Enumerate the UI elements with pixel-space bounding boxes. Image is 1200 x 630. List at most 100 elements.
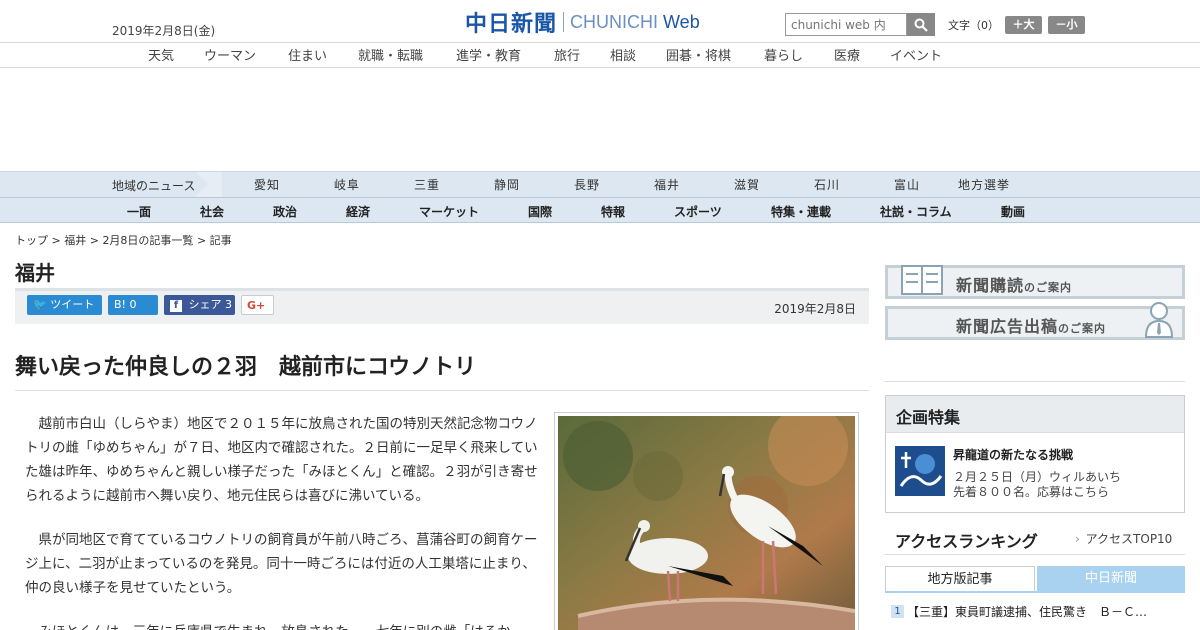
- section-editorial[interactable]: 社説・コラム: [880, 203, 952, 220]
- search-input[interactable]: [785, 13, 907, 36]
- gnav-travel[interactable]: 旅行: [554, 45, 580, 64]
- search-icon: [914, 18, 928, 32]
- section-video[interactable]: 動画: [1001, 203, 1025, 220]
- tab-chunichi[interactable]: 中日新聞: [1037, 566, 1185, 591]
- facebook-share-button[interactable]: f シェア 3: [164, 295, 235, 315]
- breadcrumb-sep: >: [51, 234, 61, 247]
- section-politics[interactable]: 政治: [273, 203, 297, 220]
- special-feature-desc-line: ２月２５日（月）ウィルあいち: [953, 470, 1122, 484]
- sidebar-divider: [885, 381, 1185, 382]
- ranking-item-text: 【三重】東員町議逮捕、住民驚き Ｂ－Ｃ…: [907, 605, 1148, 619]
- tweet-label: ツイート: [50, 298, 95, 311]
- person-icon: [1144, 302, 1174, 338]
- access-top10-label: アクセスTOP10: [1085, 532, 1173, 546]
- ranking-tab-underline: [885, 591, 1185, 593]
- twitter-icon: 🐦: [33, 298, 47, 311]
- region-fukui[interactable]: 福井: [654, 176, 680, 193]
- special-feature-desc-line: 先着８００名。応募はこちら: [953, 485, 1110, 499]
- breadcrumb-top[interactable]: トップ: [15, 234, 48, 247]
- section-market[interactable]: マーケット: [419, 203, 479, 220]
- article-date: 2019年2月8日: [774, 302, 856, 316]
- header-date: 2019年2月8日(金): [112, 24, 216, 38]
- access-ranking-heading: アクセスランキング: [895, 532, 1038, 551]
- region-shizuoka[interactable]: 静岡: [494, 176, 520, 193]
- region-local-elections[interactable]: 地方選挙: [958, 176, 1010, 193]
- section-sports[interactable]: スポーツ: [674, 203, 722, 220]
- region-ishikawa[interactable]: 石川: [814, 176, 840, 193]
- font-size-control: 文字（0） ＋大 －小: [948, 16, 1085, 34]
- breadcrumb: トップ > 福井 > 2月8日の記事一覧 > 記事: [15, 232, 232, 248]
- region-aichi[interactable]: 愛知: [254, 176, 280, 193]
- font-larger-button[interactable]: ＋大: [1005, 16, 1042, 34]
- region-nav-arrow: [196, 172, 222, 197]
- stork-photo[interactable]: [558, 416, 855, 630]
- advertising-banner-main: 新聞広告出稿: [956, 317, 1059, 336]
- ranking-divider: [885, 554, 1185, 555]
- subscription-banner-label: 新聞購読のご案内: [956, 272, 1072, 296]
- section-nav: 一面 社会 政治 経済 マーケット 国際 特報 スポーツ 特集・連載 社説・コラ…: [0, 197, 1200, 223]
- gnav-events[interactable]: イベント: [890, 45, 942, 64]
- section-front[interactable]: 一面: [127, 203, 151, 220]
- subscription-banner-main: 新聞購読: [956, 276, 1025, 295]
- breadcrumb-list[interactable]: 2月8日の記事一覧: [102, 234, 193, 247]
- breadcrumb-current: 記事: [209, 234, 232, 247]
- region-shiga[interactable]: 滋賀: [734, 176, 760, 193]
- special-feature-box: 企画特集 昇龍道の新たなる挑戦 ２月２５日（月）ウィルあいち 先着８００名。応募…: [885, 395, 1185, 513]
- gnav-medical[interactable]: 医療: [834, 45, 860, 64]
- facebook-share-label: シェア 3: [188, 298, 233, 311]
- headline-divider: [15, 390, 869, 391]
- special-feature-description: ２月２５日（月）ウィルあいち 先着８００名。応募はこちら: [953, 470, 1121, 500]
- gnav-weather[interactable]: 天気: [148, 45, 174, 64]
- region-nagano[interactable]: 長野: [574, 176, 600, 193]
- font-smaller-button[interactable]: －小: [1048, 16, 1085, 34]
- shoryudo-thumbnail[interactable]: [895, 446, 945, 496]
- ranking-item[interactable]: 1 【三重】東員町議逮捕、住民驚き Ｂ－Ｃ…: [891, 603, 1147, 620]
- section-features[interactable]: 特集・連載: [771, 203, 831, 220]
- global-nav: 天気 ウーマン 住まい 就職・転職 進学・教育 旅行 相談 囲碁・将棋 暮らし …: [0, 43, 1200, 68]
- site-logo[interactable]: 中日新聞 CHUNICHI Web: [465, 9, 700, 38]
- gnav-living[interactable]: 暮らし: [764, 45, 803, 64]
- subscription-banner-sub: のご案内: [1024, 281, 1073, 294]
- logo-japanese: 中日新聞: [465, 12, 558, 37]
- site-header: 2019年2月8日(金) 中日新聞 CHUNICHI Web 文字（0） ＋大 …: [0, 0, 1200, 43]
- section-economy[interactable]: 経済: [346, 203, 370, 220]
- gnav-woman[interactable]: ウーマン: [204, 45, 256, 64]
- search-button[interactable]: [907, 13, 935, 36]
- region-toyama[interactable]: 富山: [894, 176, 920, 193]
- gnav-go-shogi[interactable]: 囲碁・将棋: [666, 45, 731, 64]
- google-plus-button[interactable]: G+: [241, 295, 274, 315]
- region-mie[interactable]: 三重: [414, 176, 440, 193]
- gnav-housing[interactable]: 住まい: [288, 45, 327, 64]
- breadcrumb-sep: >: [196, 234, 207, 247]
- subscription-banner[interactable]: 新聞購読のご案内: [885, 265, 1185, 299]
- special-feature-title[interactable]: 昇龍道の新たなる挑戦: [953, 446, 1073, 463]
- chevron-right-icon: ›: [1075, 532, 1080, 546]
- special-feature-heading: 企画特集: [886, 396, 1184, 433]
- article-paragraph: 県が同地区で育てているコウノトリの飼育員が午前八時ごろ、菖蒲谷町の飼育ケージ上に…: [25, 532, 538, 596]
- article-paragraph: 越前市白山（しらやま）地区で２０１５年に放鳥された国の特別天然記念物コウノトリの…: [25, 416, 538, 504]
- newspaper-icon: [901, 265, 943, 295]
- access-top10-link[interactable]: › アクセスTOP10: [1075, 530, 1172, 547]
- facebook-icon: f: [170, 300, 182, 312]
- region-nav-label: 地域のニュース: [112, 179, 196, 193]
- section-special-report[interactable]: 特報: [601, 203, 625, 220]
- section-society[interactable]: 社会: [200, 203, 224, 220]
- breadcrumb-region[interactable]: 福井: [64, 234, 86, 247]
- hatena-bookmark-button[interactable]: B! 0: [108, 295, 158, 315]
- section-title: 福井: [15, 261, 55, 285]
- ranking-number: 1: [891, 605, 904, 618]
- advertising-banner[interactable]: 新聞広告出稿のご案内: [885, 302, 1185, 340]
- logo-english: CHUNICHI: [570, 11, 659, 32]
- tab-local-articles[interactable]: 地方版記事: [885, 566, 1035, 591]
- gnav-education[interactable]: 進学・教育: [456, 45, 521, 64]
- font-size-label: 文字（0）: [948, 19, 999, 32]
- tweet-button[interactable]: 🐦 ツイート: [27, 295, 102, 315]
- logo-web: Web: [663, 11, 700, 32]
- region-gifu[interactable]: 岐阜: [334, 176, 360, 193]
- section-international[interactable]: 国際: [528, 203, 552, 220]
- article-photo-frame: [554, 412, 859, 630]
- advertising-banner-label: 新聞広告出稿のご案内: [956, 313, 1106, 337]
- gnav-consult[interactable]: 相談: [610, 45, 636, 64]
- gnav-jobs[interactable]: 就職・転職: [358, 45, 423, 64]
- article-headline: 舞い戻った仲良しの２羽 越前市にコウノトリ: [15, 355, 477, 380]
